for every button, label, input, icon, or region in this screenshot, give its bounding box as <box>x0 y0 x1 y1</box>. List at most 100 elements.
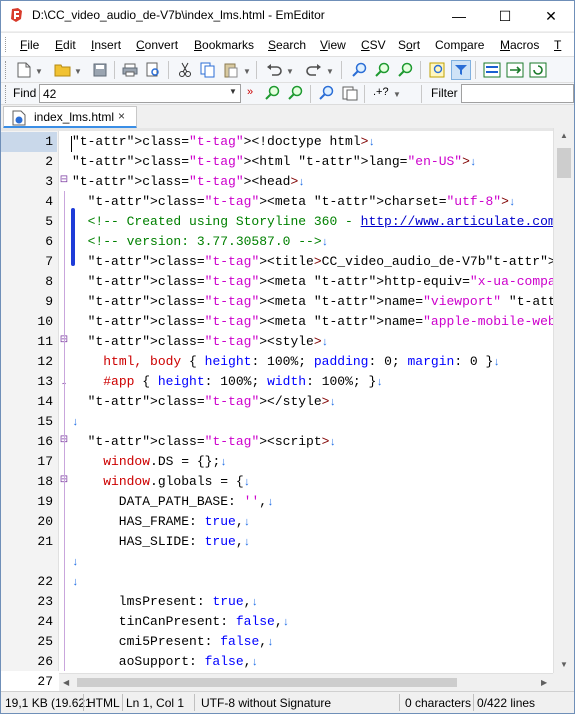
maximize-button[interactable]: ☐ <box>482 1 528 31</box>
line-number[interactable]: 11 <box>1 332 53 352</box>
find-all-icon[interactable] <box>317 83 337 103</box>
line-number[interactable]: 19 <box>1 492 53 512</box>
line-number[interactable]: 6 <box>1 232 53 252</box>
line-number[interactable]: 24 <box>1 612 53 632</box>
code-line[interactable]: DATA_PATH_BASE: '',↓ <box>72 492 274 512</box>
menu-insert[interactable]: Insert <box>91 38 121 52</box>
line-number[interactable]: 21 <box>1 532 53 552</box>
code-line[interactable]: <!-- version: 3.77.30587.0 -->↓ <box>72 232 329 252</box>
find-next-icon[interactable] <box>263 83 283 103</box>
code-line[interactable]: HAS_SLIDE: true,↓ <box>72 532 250 552</box>
code-line[interactable]: "t-attr">class="t-tag"><!doctype html>↓ <box>72 132 375 152</box>
menu-convert[interactable]: Convert <box>136 38 178 52</box>
line-number[interactable]: 7 <box>1 252 53 272</box>
menu-compare[interactable]: Compare <box>435 38 484 52</box>
menu-edit[interactable]: Edit <box>55 38 76 52</box>
horizontal-scroll-thumb[interactable] <box>77 678 457 687</box>
vertical-scroll-thumb[interactable] <box>557 148 571 178</box>
regex-dropdown-icon[interactable]: ▼ <box>393 90 401 99</box>
redo-dropdown-icon[interactable]: ▼ <box>326 67 334 76</box>
code-line[interactable]: "t-attr">class="t-tag"><script>↓ <box>72 432 336 452</box>
find-next-icon[interactable] <box>373 60 393 80</box>
code-line[interactable]: window.globals = {↓ <box>72 472 250 492</box>
tab-close-icon[interactable]: × <box>118 109 125 123</box>
highlight-icon[interactable] <box>427 60 447 80</box>
new-dropdown-icon[interactable]: ▼ <box>35 67 43 76</box>
status-encoding[interactable]: UTF-8 without Signature <box>201 696 331 710</box>
code-line[interactable]: #app { height: 100%; width: 100%; }↓ <box>72 372 383 392</box>
code-line[interactable]: window.DS = {};↓ <box>72 452 227 472</box>
code-line[interactable]: tinCanPresent: false,↓ <box>72 612 289 632</box>
find-history-dropdown-icon[interactable]: ▼ <box>229 87 237 96</box>
line-number[interactable]: 23 <box>1 592 53 612</box>
code-line[interactable]: ↓ <box>72 552 79 572</box>
paste-dropdown-icon[interactable]: ▼ <box>243 67 251 76</box>
switch-icon[interactable] <box>505 60 525 80</box>
menu-view[interactable]: View <box>320 38 346 52</box>
code-line[interactable]: "t-attr">class="t-tag"><title>CC_video_a… <box>72 252 574 272</box>
toolbar-grip[interactable] <box>5 61 8 79</box>
tab-index-lms[interactable]: index_lms.html × <box>3 106 137 129</box>
line-number[interactable]: 17 <box>1 452 53 472</box>
filter-input[interactable] <box>461 84 574 103</box>
split-icon[interactable] <box>482 60 502 80</box>
undo-dropdown-icon[interactable]: ▼ <box>286 67 294 76</box>
print-preview-icon[interactable] <box>143 60 163 80</box>
code-line[interactable]: html, body { height: 100%; padding: 0; m… <box>72 352 500 372</box>
line-number[interactable]: 1 <box>1 132 57 152</box>
code-line[interactable]: "t-attr">class="t-tag"><head>↓ <box>72 172 305 192</box>
code-line[interactable]: "t-attr">class="t-tag"><meta "t-attr">na… <box>72 312 574 332</box>
undo-icon[interactable] <box>264 60 284 80</box>
cut-icon[interactable] <box>175 60 195 80</box>
line-number[interactable]: 27 <box>1 672 53 692</box>
vertical-scrollbar[interactable]: ▲ ▼ <box>553 128 574 673</box>
find-prev-icon[interactable] <box>286 83 306 103</box>
code-line[interactable]: "t-attr">class="t-tag"><html "t-attr">la… <box>72 152 477 172</box>
find-options-icon[interactable]: » <box>247 86 253 98</box>
regex-toggle[interactable]: .+? <box>373 86 389 98</box>
save-icon[interactable] <box>90 60 110 80</box>
find-prev-icon[interactable] <box>396 60 416 80</box>
code-line[interactable]: lmsPresent: true,↓ <box>72 592 258 612</box>
code-line[interactable]: "t-attr">class="t-tag"><style>↓ <box>72 332 329 352</box>
code-line[interactable]: <!-- Created using Storyline 360 - http:… <box>72 212 563 232</box>
scroll-left-icon[interactable]: ◀ <box>63 678 69 687</box>
line-number[interactable]: 2 <box>1 152 53 172</box>
code-line[interactable]: aoSupport: false,↓ <box>72 652 258 672</box>
status-mode[interactable]: HTML <box>87 696 120 710</box>
menu-bookmarks[interactable]: Bookmarks <box>194 38 254 52</box>
filter-toggle-icon[interactable] <box>451 60 471 80</box>
line-number[interactable]: 18 <box>1 472 53 492</box>
code-line[interactable]: ↓ <box>72 412 79 432</box>
find-icon[interactable] <box>350 60 370 80</box>
line-number[interactable]: 5 <box>1 212 53 232</box>
code-line[interactable]: "t-attr">class="t-tag"></style>↓ <box>72 392 336 412</box>
new-file-icon[interactable] <box>14 60 34 80</box>
find-in-selection-icon[interactable] <box>340 83 360 103</box>
line-number[interactable]: 20 <box>1 512 53 532</box>
fold-marker-icon[interactable]: ⊟ <box>59 174 69 185</box>
code-line[interactable]: "t-attr">class="t-tag"><meta "t-attr">ch… <box>72 192 516 212</box>
menu-file[interactable]: File <box>20 38 39 52</box>
scroll-right-icon[interactable]: ▶ <box>541 678 547 687</box>
code-line[interactable]: "t-attr">class="t-tag"><meta "t-attr">na… <box>72 292 574 312</box>
copy-icon[interactable] <box>198 60 218 80</box>
status-position[interactable]: Ln 1, Col 1 <box>126 696 184 710</box>
menu-search[interactable]: Search <box>268 38 306 52</box>
scroll-down-icon[interactable]: ▼ <box>560 660 568 669</box>
line-number[interactable]: 14 <box>1 392 53 412</box>
redo-icon[interactable] <box>304 60 324 80</box>
line-number[interactable] <box>1 552 53 572</box>
print-icon[interactable] <box>120 60 140 80</box>
menu-csv[interactable]: CSV <box>361 38 386 52</box>
line-number[interactable]: 12 <box>1 352 53 372</box>
line-number[interactable]: 4 <box>1 192 53 212</box>
menu-macros[interactable]: Macros <box>500 38 539 52</box>
menu-tools[interactable]: T <box>554 38 561 52</box>
line-number[interactable]: 8 <box>1 272 53 292</box>
code-line[interactable]: cmi5Present: false,↓ <box>72 632 274 652</box>
line-number-gutter[interactable]: 1 2 3 4 5 6 7 8 9 10 11 12 13 14 15 16 17 18 19 20 21 22 23 24 2… <box>1 131 59 689</box>
open-dropdown-icon[interactable]: ▼ <box>74 67 82 76</box>
code-line[interactable]: HAS_FRAME: true,↓ <box>72 512 250 532</box>
menu-sort[interactable]: Sort <box>398 38 420 52</box>
